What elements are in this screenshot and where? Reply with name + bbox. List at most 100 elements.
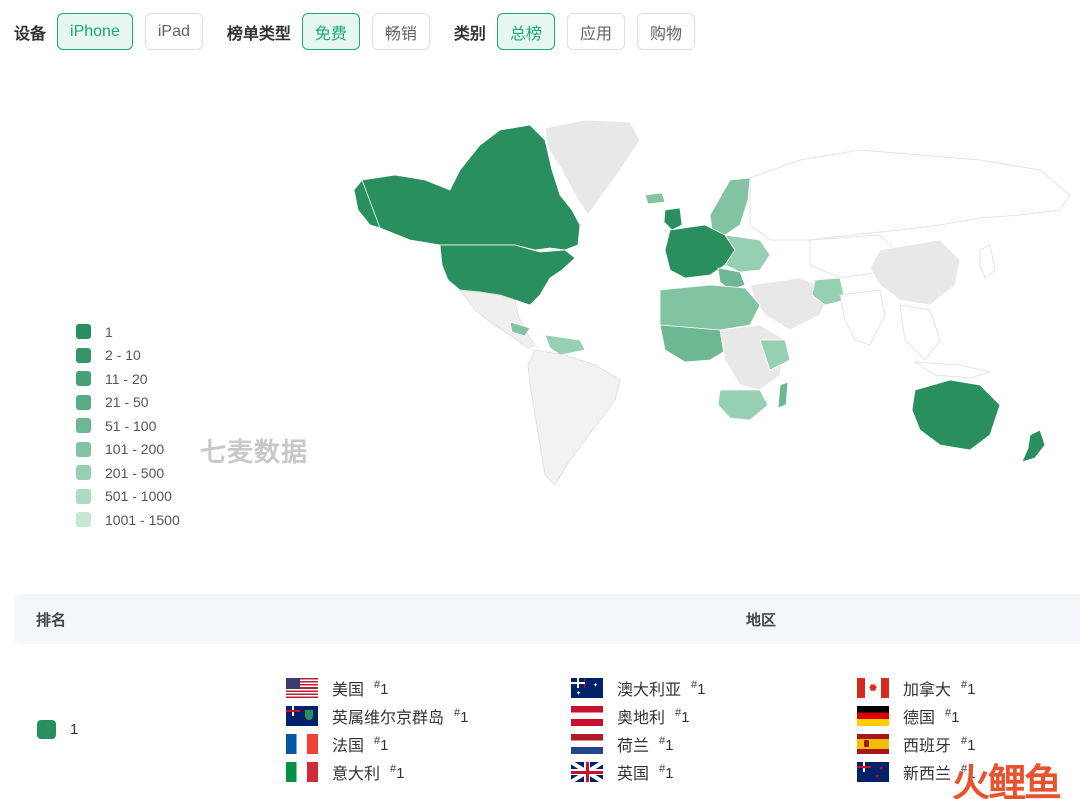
region-name: 加拿大 xyxy=(903,682,952,699)
legend-item[interactable]: 51 - 100 xyxy=(76,414,180,438)
legend-label: 1 xyxy=(105,323,113,340)
southern-africa-region xyxy=(717,389,769,421)
north-africa-region xyxy=(659,284,761,333)
region-name: 澳大利亚 xyxy=(617,682,682,699)
region-item[interactable]: 德国 #1 xyxy=(857,704,959,728)
caribbean-region xyxy=(544,334,586,356)
legend-item[interactable]: 1 xyxy=(76,320,180,344)
list-type-label: 榜单类型 xyxy=(226,25,291,43)
australia-region xyxy=(911,379,1001,451)
legend-swatch xyxy=(76,347,91,363)
region-name: 西班牙 xyxy=(903,738,952,755)
es-flag-icon xyxy=(857,734,889,754)
legend-item[interactable]: 1001 - 1500 xyxy=(76,508,180,532)
legend-label: 21 - 50 xyxy=(105,394,149,411)
legend-item[interactable]: 101 - 200 xyxy=(76,438,180,462)
region-item[interactable]: 法国 #1 xyxy=(286,732,388,756)
region-rank-value: 1 xyxy=(380,680,389,698)
region-item[interactable]: 美国 #1 xyxy=(286,676,388,700)
region-rank-value: 1 xyxy=(460,708,469,726)
legend-label: 101 - 200 xyxy=(105,441,165,458)
at-flag-icon xyxy=(571,706,603,726)
region-item[interactable]: ✹ 加拿大 #1 xyxy=(857,676,975,700)
region-rank-value: 1 xyxy=(396,764,405,782)
filter-bar: 设备 iPhone iPad 榜单类型 免费 畅销 类别 总榜 应用 购物 xyxy=(14,13,707,50)
table-header: 排名 地区 xyxy=(14,594,1080,644)
region-name: 奥地利 xyxy=(617,710,666,727)
region-rank-value: 1 xyxy=(967,736,976,754)
category-overall-button[interactable]: 总榜 xyxy=(496,13,555,50)
usa-region xyxy=(439,244,576,306)
de-flag-icon xyxy=(857,706,889,726)
region-rank-value: 1 xyxy=(951,708,960,726)
legend-label: 11 - 20 xyxy=(105,370,148,387)
rank-value: 1 xyxy=(70,721,79,738)
legend-item[interactable]: 2 - 10 xyxy=(76,344,180,368)
legend-item[interactable]: 501 - 1000 xyxy=(76,485,180,509)
region-name: 德国 xyxy=(903,710,936,727)
region-item[interactable]: 奥地利 #1 xyxy=(571,704,689,728)
list-type-grossing-button[interactable]: 畅销 xyxy=(371,13,430,50)
region-item[interactable]: 英国 #1 xyxy=(571,760,673,784)
region-rank-value: 1 xyxy=(665,764,674,782)
china-region xyxy=(869,239,961,306)
legend-item[interactable]: 21 - 50 xyxy=(76,391,180,415)
region-rank: #1 xyxy=(374,678,389,698)
region-rank: #1 xyxy=(374,734,389,754)
south-america-region xyxy=(527,349,621,486)
region-item[interactable]: 荷兰 #1 xyxy=(571,732,673,756)
iceland-region xyxy=(644,192,666,205)
rank-column-header: 排名 xyxy=(36,611,67,629)
world-map[interactable] xyxy=(340,100,1080,500)
device-ipad-button[interactable]: iPad xyxy=(144,13,203,50)
gb-flag-icon xyxy=(571,762,603,782)
legend-label: 51 - 100 xyxy=(105,417,157,434)
corner-logo: 火鲤鱼 xyxy=(952,752,1062,799)
legend-label: 1001 - 1500 xyxy=(105,511,180,528)
vg-flag-icon xyxy=(286,706,318,726)
category-shopping-button[interactable]: 购物 xyxy=(636,13,695,50)
region-rank-value: 1 xyxy=(665,736,674,754)
indonesia-region xyxy=(913,361,992,379)
scandinavia-region xyxy=(709,177,751,236)
nl-flag-icon xyxy=(571,734,603,754)
region-name: 英国 xyxy=(617,766,650,783)
legend-swatch xyxy=(76,512,91,528)
southeast-asia-region xyxy=(899,304,941,361)
region-rank: #1 xyxy=(961,678,976,698)
map-legend: 1 2 - 10 11 - 20 21 - 50 51 - 100 101 - 200 20… xyxy=(76,320,180,532)
legend-swatch xyxy=(76,465,91,481)
category-label: 类别 xyxy=(453,25,486,43)
madagascar-region xyxy=(777,381,789,409)
device-label: 设备 xyxy=(14,25,47,43)
legend-item[interactable]: 11 - 20 xyxy=(76,367,180,391)
nz-flag-icon: ★ ★ xyxy=(857,762,889,782)
region-rank-value: 1 xyxy=(697,680,706,698)
region-item[interactable]: 意大利 #1 xyxy=(286,760,404,784)
list-type-free-button[interactable]: 免费 xyxy=(301,13,360,50)
region-column-header: 地区 xyxy=(746,611,777,629)
rank-color-swatch xyxy=(37,720,56,739)
region-name: 新西兰 xyxy=(903,766,952,783)
category-apps-button[interactable]: 应用 xyxy=(566,13,625,50)
region-rank: #1 xyxy=(945,706,960,726)
legend-swatch xyxy=(76,418,91,434)
device-iphone-button[interactable]: iPhone xyxy=(57,13,133,50)
legend-swatch xyxy=(76,488,91,504)
region-item[interactable]: 英属维尔京群岛 #1 xyxy=(286,704,468,728)
uk-region xyxy=(663,207,683,231)
region-name: 法国 xyxy=(332,738,365,755)
region-rank: #1 xyxy=(454,706,469,726)
region-rank: #1 xyxy=(961,734,976,754)
region-rank: #1 xyxy=(675,706,690,726)
legend-item[interactable]: 201 - 500 xyxy=(76,461,180,485)
russia-region xyxy=(749,149,1071,241)
region-item[interactable]: ✦ ✦ 澳大利亚 #1 xyxy=(571,676,705,700)
legend-swatch xyxy=(76,441,91,457)
legend-label: 2 - 10 xyxy=(105,347,141,364)
region-rank-value: 1 xyxy=(380,736,389,754)
it-flag-icon xyxy=(286,762,318,782)
new-zealand-region xyxy=(1021,429,1046,463)
region-rank: #1 xyxy=(659,734,674,754)
region-rank-value: 1 xyxy=(681,708,690,726)
